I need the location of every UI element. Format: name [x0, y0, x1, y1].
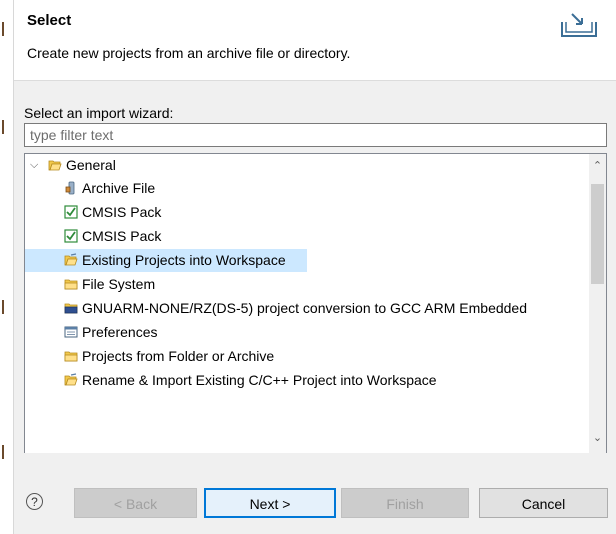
dialog-footer: ? < Back Next > Finish Cancel — [14, 453, 616, 534]
import-wizard-icon — [561, 13, 597, 37]
finish-button[interactable]: Finish — [341, 488, 469, 518]
project-folder-icon — [64, 373, 78, 386]
help-icon[interactable]: ? — [26, 493, 43, 510]
tree-item-label: GNUARM-NONE/RZ(DS-5) project conversion … — [82, 300, 528, 316]
edge-mark — [2, 22, 4, 36]
tree-item-label: CMSIS Pack — [82, 228, 162, 244]
tree-item-label: Rename & Import Existing C/C++ Project i… — [82, 372, 437, 388]
tree-item[interactable]: GNUARM-NONE/RZ(DS-5) project conversion … — [25, 297, 585, 320]
tree-scrollbar[interactable]: ⌃ ⌄ — [589, 154, 606, 453]
tree-item-label: File System — [82, 276, 156, 292]
tree-item[interactable]: Projects from Folder or Archive — [25, 345, 585, 368]
tree-item[interactable]: CMSIS Pack — [25, 201, 585, 224]
preferences-icon — [64, 326, 78, 338]
next-button[interactable]: Next > — [204, 488, 336, 518]
scroll-down-icon[interactable]: ⌄ — [589, 430, 606, 447]
back-button[interactable]: < Back — [74, 488, 197, 518]
project-folder-icon — [64, 253, 78, 266]
tree-item-label: Archive File — [82, 180, 156, 196]
tree-item[interactable]: Preferences — [25, 321, 585, 344]
page-description: Create new projects from an archive file… — [27, 45, 351, 61]
tree-item[interactable]: Archive File — [25, 177, 585, 200]
scrollbar-thumb[interactable] — [591, 184, 604, 284]
folder-icon — [64, 351, 78, 362]
checkbox-icon — [64, 229, 78, 243]
filter-input[interactable] — [24, 123, 607, 147]
tree-item-label: Existing Projects into Workspace — [82, 252, 286, 268]
edge-mark — [2, 300, 4, 314]
cancel-button[interactable]: Cancel — [479, 488, 608, 518]
open-folder-icon — [48, 160, 62, 171]
tree-item[interactable]: Rename & Import Existing C/C++ Project i… — [25, 369, 585, 392]
edge-mark — [2, 120, 4, 134]
tree-item-selected[interactable]: Existing Projects into Workspace — [25, 249, 307, 272]
tree-item-label: Preferences — [82, 324, 158, 340]
tree-item[interactable]: File System — [25, 273, 585, 296]
tree-item-general[interactable]: ⌵ General — [25, 154, 585, 177]
import-wizard-label: Select an import wizard: — [24, 105, 174, 121]
scroll-up-icon[interactable]: ⌃ — [589, 158, 606, 175]
tree-item[interactable]: CMSIS Pack — [25, 225, 585, 248]
left-window-edge — [0, 0, 14, 534]
dialog-header: Select Create new projects from an archi… — [14, 0, 616, 81]
wizard-content: Select an import wizard: ⌵ General Archi… — [14, 81, 616, 454]
chevron-down-icon[interactable]: ⌵ — [30, 154, 38, 177]
page-title: Select — [27, 12, 72, 29]
tree-item-label: General — [66, 157, 116, 173]
archive-file-icon — [65, 181, 75, 195]
edge-mark — [2, 445, 4, 459]
tree-item-label: CMSIS Pack — [82, 204, 162, 220]
tree-item-label: Projects from Folder or Archive — [82, 348, 275, 364]
conversion-folder-icon — [64, 303, 78, 314]
wizard-tree[interactable]: ⌵ General Archive File CMSIS Pack CMSIS … — [24, 153, 607, 454]
folder-icon — [64, 279, 78, 290]
checkbox-icon — [64, 205, 78, 219]
